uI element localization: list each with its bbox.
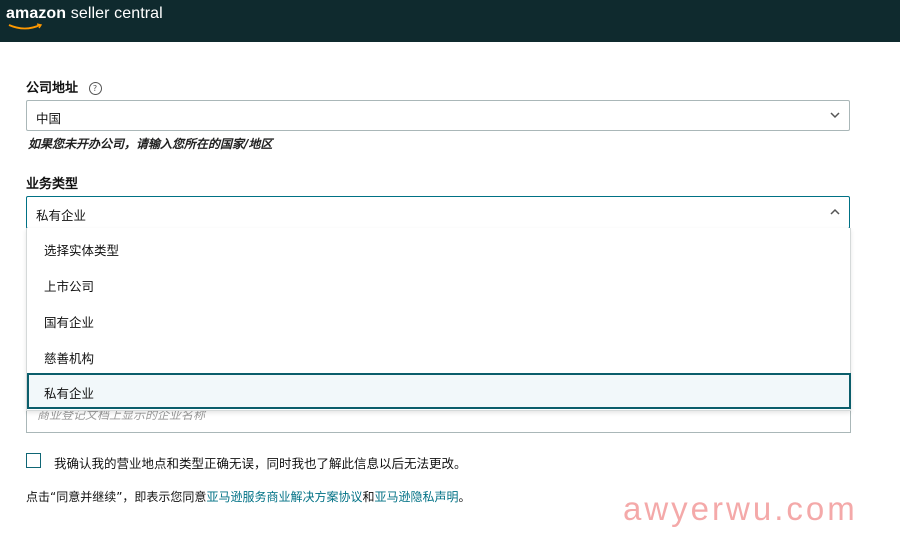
help-icon[interactable]: ? <box>88 82 102 95</box>
business-type-value: 私有企业 <box>36 208 87 223</box>
chevron-up-icon <box>830 208 840 215</box>
option-private-company[interactable]: 私有企业 <box>27 373 851 409</box>
watermark: awyerwu.com <box>623 490 858 527</box>
option-label: 上市公司 <box>44 279 95 294</box>
business-solutions-agreement-link[interactable]: 亚马逊服务商业解决方案协议 <box>206 490 362 504</box>
confirm-checkbox[interactable] <box>26 453 41 468</box>
terms-prefix: 点击“同意并继续”，即表示您同意 <box>26 490 207 504</box>
confirm-label: 我确认我的营业地点和类型正确无误，同时我也了解此信息以后无法更改。 <box>54 456 467 471</box>
top-bar: amazon seller central <box>0 0 900 42</box>
option-label: 国有企业 <box>44 315 95 330</box>
amazon-seller-central-logo[interactable]: amazon seller central <box>6 5 163 30</box>
business-type-label: 业务类型 <box>26 177 79 192</box>
terms-suffix: 。 <box>458 490 471 504</box>
option-charity[interactable]: 慈善机构 <box>27 338 852 374</box>
company-address-label: 公司地址 ? <box>26 77 102 96</box>
company-address-select[interactable]: 中国 <box>26 100 850 131</box>
logo-brand: amazon <box>6 5 67 22</box>
company-address-value: 中国 <box>36 111 62 126</box>
privacy-notice-link[interactable]: 亚马逊隐私声明 <box>374 490 458 504</box>
terms-text: 点击“同意并继续”，即表示您同意亚马逊服务商业解决方案协议和亚马逊隐私声明。 <box>26 488 471 505</box>
option-label: 慈善机构 <box>44 351 95 366</box>
amazon-smile-icon <box>8 23 43 30</box>
logo-product: seller central <box>66 5 163 22</box>
business-type-dropdown: 选择实体类型 上市公司 国有企业 慈善机构 私有企业 <box>26 228 851 411</box>
terms-middle: 和 <box>362 490 375 504</box>
business-type-select[interactable]: 私有企业 <box>26 196 850 229</box>
option-label: 选择实体类型 <box>44 243 120 258</box>
option-state-owned[interactable]: 国有企业 <box>27 302 852 338</box>
option-label: 私有企业 <box>44 386 95 401</box>
chevron-down-icon <box>830 112 840 119</box>
address-hint: 如果您未开办公司，请输入您所在的国家/地区 <box>28 137 273 151</box>
option-public-company[interactable]: 上市公司 <box>27 266 852 302</box>
company-address-label-text: 公司地址 <box>26 81 79 96</box>
option-select-entity-type[interactable]: 选择实体类型 <box>27 230 852 266</box>
